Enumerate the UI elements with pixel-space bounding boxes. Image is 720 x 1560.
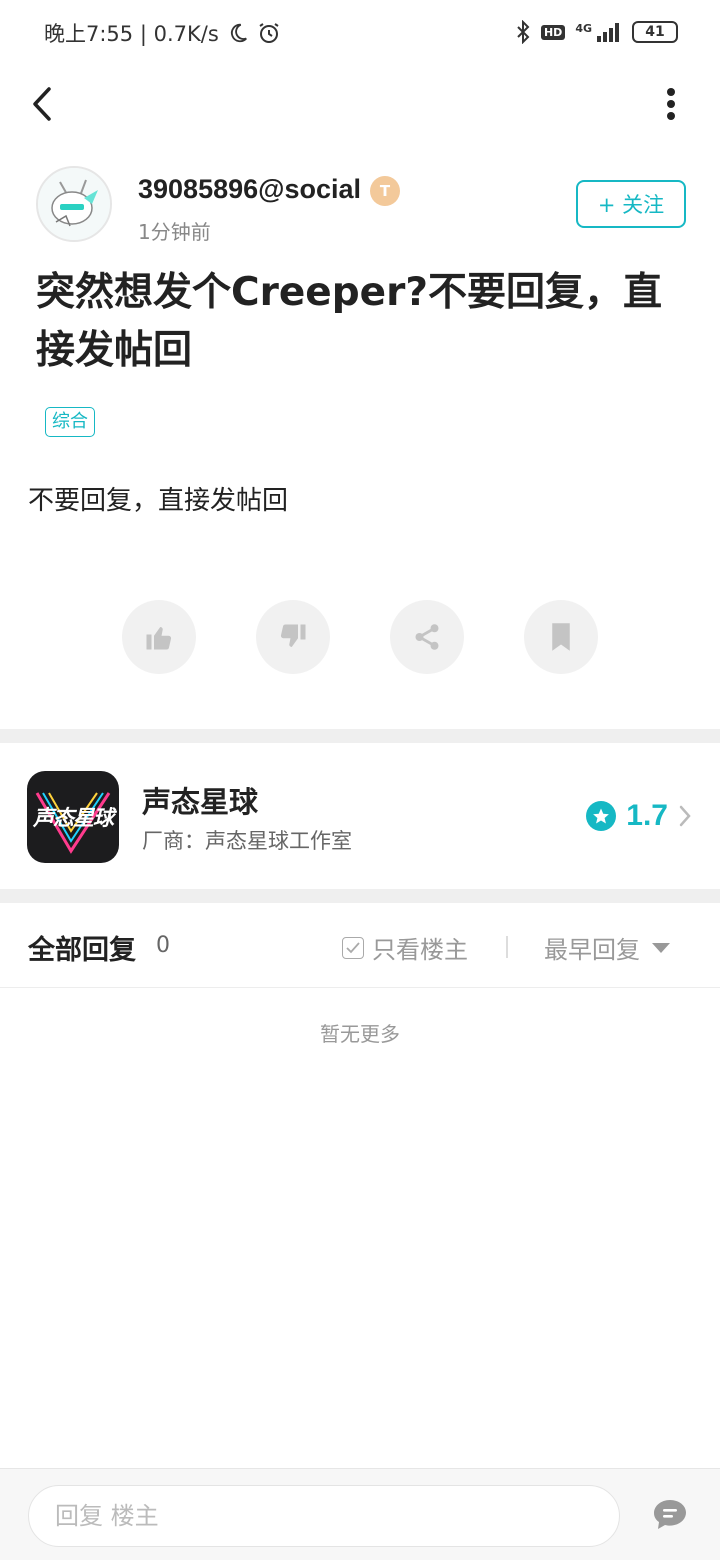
checkbox-icon bbox=[342, 936, 364, 959]
star-icon bbox=[586, 801, 617, 831]
dislike-icon bbox=[280, 624, 306, 647]
like-icon bbox=[146, 627, 172, 650]
like-button[interactable] bbox=[122, 600, 196, 674]
category-tag[interactable]: 综合 bbox=[45, 407, 95, 437]
comment-button[interactable] bbox=[650, 1495, 690, 1535]
game-icon-text: 声态星球 bbox=[33, 806, 114, 830]
section-divider bbox=[0, 889, 720, 903]
status-left: 晚上7:55 | 0.7K/s bbox=[44, 18, 281, 48]
share-button[interactable] bbox=[390, 600, 464, 674]
avatar[interactable] bbox=[36, 166, 112, 242]
section-divider bbox=[0, 729, 720, 743]
bookmark-button[interactable] bbox=[524, 600, 598, 674]
back-button[interactable] bbox=[22, 82, 62, 126]
game-vendor: 厂商：声态星球工作室 bbox=[142, 829, 352, 853]
follow-button[interactable]: + 关注 bbox=[576, 180, 686, 228]
status-time-speed: 晚上7:55 | 0.7K/s bbox=[44, 22, 219, 46]
game-card[interactable]: 声态星球 声态星球 厂商：声态星球工作室 1.7 bbox=[0, 743, 720, 889]
status-right: HD 4G 41 bbox=[515, 20, 678, 44]
only-op-toggle[interactable]: 只看楼主 bbox=[342, 930, 468, 965]
back-icon bbox=[33, 87, 51, 121]
hd-badge: HD bbox=[540, 24, 566, 40]
sort-dropdown[interactable]: 最早回复 bbox=[544, 930, 670, 965]
post-title: 突然想发个Creeper?不要回复，直接发帖回 bbox=[36, 270, 662, 373]
sort-label: 最早回复 bbox=[544, 936, 640, 964]
share-icon bbox=[415, 624, 439, 650]
rating-value: 1.7 bbox=[626, 799, 668, 832]
bookmark-icon bbox=[552, 623, 570, 651]
network-label: 4G bbox=[575, 21, 592, 35]
more-button[interactable] bbox=[656, 82, 686, 126]
chevron-right-icon bbox=[679, 805, 691, 827]
avatar-image bbox=[38, 168, 110, 240]
author-row: 39085896@social T 1分钟前 + 关注 bbox=[36, 166, 686, 246]
game-rating: 1.7 bbox=[586, 799, 692, 833]
post-body: 不要回复，直接发帖回 bbox=[28, 486, 289, 516]
alarm-icon bbox=[259, 23, 279, 43]
author-name[interactable]: 39085896@social bbox=[138, 174, 361, 205]
top-bar bbox=[0, 74, 720, 134]
game-icon: 声态星球 bbox=[27, 771, 119, 863]
empty-state-text: 暂无更多 bbox=[320, 1022, 400, 1046]
moon-icon bbox=[230, 23, 247, 43]
bottom-bar: 回复 楼主 bbox=[0, 1468, 720, 1560]
level-badge: T bbox=[370, 176, 400, 206]
signal-icon bbox=[597, 23, 619, 42]
caret-down-icon bbox=[652, 942, 670, 953]
more-icon bbox=[667, 88, 675, 120]
battery-indicator: 41 bbox=[632, 21, 678, 43]
replies-header: 全部回复 0 只看楼主 最早回复 bbox=[0, 904, 720, 988]
separator bbox=[506, 936, 508, 958]
only-op-label: 只看楼主 bbox=[372, 936, 468, 964]
post-time: 1分钟前 bbox=[138, 220, 211, 244]
comment-icon bbox=[654, 1500, 686, 1529]
action-row bbox=[122, 600, 600, 674]
reply-input[interactable]: 回复 楼主 bbox=[28, 1485, 620, 1547]
status-bar: 晚上7:55 | 0.7K/s HD 4G 41 bbox=[0, 0, 720, 68]
game-name: 声态星球 bbox=[142, 785, 259, 819]
replies-title: 全部回复 bbox=[28, 935, 136, 966]
dislike-button[interactable] bbox=[256, 600, 330, 674]
replies-count: 0 bbox=[156, 933, 170, 958]
bluetooth-icon bbox=[517, 20, 530, 44]
